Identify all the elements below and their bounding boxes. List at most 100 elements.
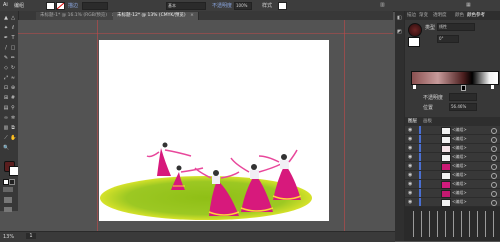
screen-mode-icon[interactable]: [4, 207, 12, 212]
selection-arrow-icon[interactable]: ▲: [3, 15, 9, 21]
layer-name[interactable]: <编组>: [452, 136, 467, 142]
layer-row[interactable]: ◉ <编组>: [405, 198, 500, 207]
opacity-label[interactable]: 不透明度: [212, 2, 232, 9]
stroke-weight-field[interactable]: [82, 2, 108, 10]
visibility-eye-icon[interactable]: ◉: [408, 199, 412, 205]
stroke-swatch[interactable]: [56, 2, 65, 10]
target-circle-icon[interactable]: [491, 173, 497, 179]
layer-name[interactable]: <编组>: [452, 172, 467, 178]
visibility-eye-icon[interactable]: ◉: [408, 145, 412, 151]
fill-swatch[interactable]: [46, 2, 55, 10]
hand-icon[interactable]: ✋: [10, 135, 16, 141]
visibility-eye-icon[interactable]: ◉: [408, 190, 412, 196]
symbol-sprayer-icon[interactable]: ✲: [10, 115, 16, 121]
visibility-eye-icon[interactable]: ◉: [408, 136, 412, 142]
visibility-eye-icon[interactable]: ◉: [408, 181, 412, 187]
arrange-icon[interactable]: ▦: [466, 2, 471, 8]
warp-icon[interactable]: ≈: [10, 75, 16, 81]
magic-wand-icon[interactable]: ✦: [3, 25, 9, 31]
rectangle-icon[interactable]: □: [10, 45, 16, 51]
gradient-angle-field[interactable]: 0°: [437, 35, 459, 43]
page-number[interactable]: 1: [26, 233, 36, 239]
free-transform-icon[interactable]: ⊡: [3, 85, 9, 91]
layer-name[interactable]: <编组>: [452, 181, 467, 187]
document-tab-1[interactable]: 未标题-1* @ 16.1% (RGB/预览) ×: [36, 12, 121, 20]
line-icon[interactable]: /: [3, 45, 9, 51]
perspective-icon[interactable]: ⊞: [3, 95, 9, 101]
target-circle-icon[interactable]: [491, 137, 497, 143]
gradient-icon[interactable]: ▤: [3, 105, 9, 111]
layer-row[interactable]: ◉ <编组>: [405, 180, 500, 189]
swap-colors-icon[interactable]: [9, 179, 15, 185]
visibility-eye-icon[interactable]: ◉: [408, 172, 412, 178]
close-icon[interactable]: ×: [190, 13, 194, 18]
draw-mode-icon[interactable]: [4, 197, 12, 203]
visibility-eye-icon[interactable]: ◉: [408, 127, 412, 133]
rotate-icon[interactable]: ↻: [10, 65, 16, 71]
layer-row[interactable]: ◉ <编组>: [405, 153, 500, 162]
panel-icon[interactable]: ◧: [397, 15, 402, 21]
layer-row[interactable]: ◉ <编组>: [405, 171, 500, 180]
color-mode-icon[interactable]: [3, 187, 13, 192]
scale-icon[interactable]: ⤢: [3, 75, 9, 81]
tab-stroke[interactable]: 描边: [407, 12, 416, 19]
paintbrush-icon[interactable]: ✎: [3, 55, 9, 61]
tab-gradient[interactable]: 渐变: [419, 12, 428, 19]
type-icon[interactable]: T: [10, 35, 16, 41]
stroke-label[interactable]: 描边: [68, 2, 78, 9]
layer-row[interactable]: ◉ <编组>: [405, 135, 500, 144]
pencil-icon[interactable]: ✏: [10, 55, 16, 61]
document-tab-2[interactable]: 未标题-12* @ 13% (CMYK/预览) ×: [113, 12, 199, 20]
tab-color[interactable]: 颜色: [455, 12, 464, 19]
layer-name[interactable]: <编组>: [452, 145, 467, 151]
pen-icon[interactable]: ✒: [3, 35, 9, 41]
target-circle-icon[interactable]: [491, 191, 497, 197]
visibility-eye-icon[interactable]: ◉: [408, 154, 412, 160]
gradient-stop[interactable]: [413, 85, 416, 89]
target-circle-icon[interactable]: [491, 146, 497, 152]
panel-icon[interactable]: ◩: [397, 29, 402, 35]
zoom-icon[interactable]: 🔍: [3, 145, 9, 151]
layer-name[interactable]: <编组>: [452, 127, 467, 133]
layer-row[interactable]: ◉ <编组>: [405, 144, 500, 153]
target-circle-icon[interactable]: [491, 128, 497, 134]
direct-selection-icon[interactable]: △: [10, 15, 16, 21]
visibility-eye-icon[interactable]: ◉: [408, 163, 412, 169]
target-circle-icon[interactable]: [491, 200, 497, 206]
layer-name[interactable]: <编组>: [452, 163, 467, 169]
eraser-icon[interactable]: ◇: [3, 65, 9, 71]
align-icon[interactable]: ▥: [380, 2, 385, 8]
gradient-type-dropdown[interactable]: 线性: [437, 23, 475, 31]
layer-name[interactable]: <编组>: [452, 190, 467, 196]
slice-icon[interactable]: ⟋: [3, 135, 9, 141]
stop-opacity-field[interactable]: [449, 93, 477, 101]
tab-artboards[interactable]: 画板: [423, 118, 432, 125]
blend-icon[interactable]: ∞: [3, 115, 9, 121]
layer-name[interactable]: <编组>: [452, 199, 467, 205]
tab-transparency[interactable]: 透明度: [433, 12, 447, 19]
stroke-gradient-icon[interactable]: [408, 37, 420, 47]
layer-row[interactable]: ◉ <编组>: [405, 189, 500, 198]
graphic-style-swatch[interactable]: [278, 2, 287, 10]
eyedropper-icon[interactable]: ⚲: [10, 105, 16, 111]
shape-builder-icon[interactable]: ⊕: [10, 85, 16, 91]
mesh-icon[interactable]: #: [10, 95, 16, 101]
layer-name[interactable]: <编组>: [452, 154, 467, 160]
layer-row[interactable]: ◉ <编组>: [405, 126, 500, 135]
opacity-field[interactable]: 100%: [234, 2, 252, 10]
brush-dropdown[interactable]: 基本: [166, 2, 206, 10]
layer-row[interactable]: ◉ <编组>: [405, 162, 500, 171]
target-circle-icon[interactable]: [491, 164, 497, 170]
target-circle-icon[interactable]: [491, 182, 497, 188]
graph-icon[interactable]: ▥: [3, 125, 9, 131]
gradient-preview-swatch[interactable]: [408, 23, 422, 37]
target-circle-icon[interactable]: [491, 155, 497, 161]
zoom-level[interactable]: 13%: [3, 234, 14, 240]
artboard[interactable]: [99, 40, 329, 221]
gradient-stop[interactable]: [491, 85, 494, 89]
artboard-icon[interactable]: ⧉: [10, 125, 16, 131]
lasso-icon[interactable]: ℓ: [10, 25, 16, 31]
tab-layers[interactable]: 图层: [408, 118, 417, 125]
stop-location-field[interactable]: 56.46%: [449, 103, 477, 111]
tab-color-guide[interactable]: 颜色参考: [467, 12, 485, 19]
